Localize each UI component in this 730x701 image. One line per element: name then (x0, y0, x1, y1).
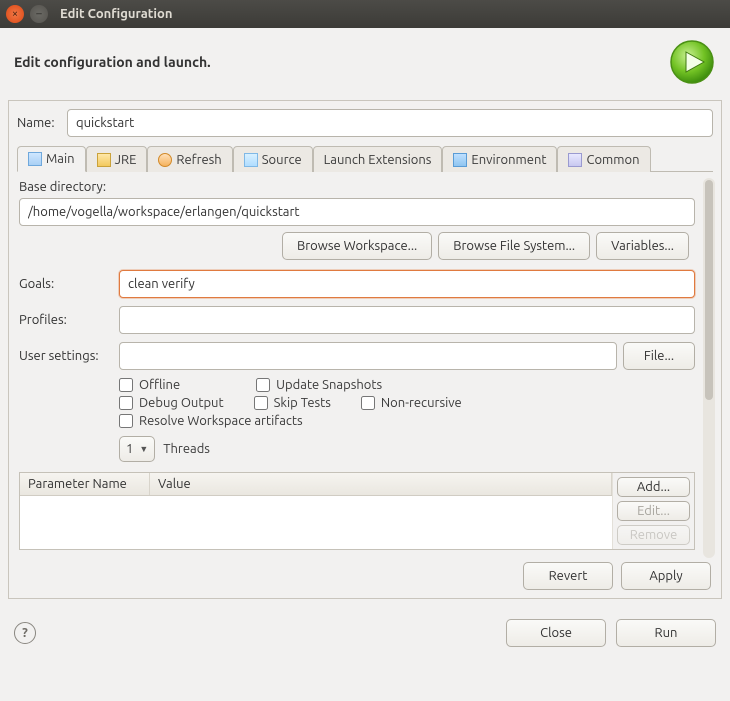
update-snapshots-checkbox[interactable]: Update Snapshots (256, 378, 382, 392)
refresh-icon (158, 153, 172, 167)
tab-source-label: Source (262, 153, 302, 167)
table-body[interactable] (20, 496, 612, 544)
tab-common-label: Common (586, 153, 639, 167)
offline-checkbox-input[interactable] (119, 378, 133, 392)
add-button[interactable]: Add... (617, 477, 690, 497)
threads-value: 1 (126, 442, 133, 456)
base-dir-buttons: Browse Workspace... Browse File System..… (19, 232, 689, 260)
tab-main-label: Main (46, 152, 75, 166)
revert-button[interactable]: Revert (523, 562, 613, 590)
tab-environment[interactable]: Environment (442, 146, 557, 172)
col-parameter-name[interactable]: Parameter Name (20, 473, 150, 495)
offline-checkbox[interactable]: Offline (119, 378, 180, 392)
dialog-header: Edit configuration and launch. (0, 28, 730, 100)
window-title: Edit Configuration (60, 7, 172, 21)
tab-launch-extensions[interactable]: Launch Extensions (313, 146, 443, 172)
table-side-buttons: Add... Edit... Remove (612, 473, 694, 549)
dialog-footer: ? Close Run (0, 607, 730, 661)
skip-tests-checkbox-input[interactable] (254, 396, 268, 410)
base-dir-label: Base directory: (19, 180, 695, 194)
panel-footer: Revert Apply (17, 562, 713, 590)
offline-checkbox-label: Offline (139, 378, 180, 392)
non-recursive-checkbox-label: Non-recursive (381, 396, 462, 410)
apply-button[interactable]: Apply (621, 562, 711, 590)
tab-jre[interactable]: JRE (86, 146, 148, 172)
common-icon (568, 153, 582, 167)
col-value[interactable]: Value (150, 473, 612, 495)
edit-button[interactable]: Edit... (617, 501, 690, 521)
variables-button[interactable]: Variables... (596, 232, 689, 260)
tab-bar: Main JRE Refresh Source Launch Extension… (17, 145, 713, 172)
environment-icon (453, 153, 467, 167)
help-icon: ? (22, 626, 28, 640)
chevron-down-icon: ▼ (139, 444, 148, 454)
goals-label: Goals: (19, 277, 119, 291)
resolve-workspace-checkbox-label: Resolve Workspace artifacts (139, 414, 303, 428)
goals-input[interactable] (119, 270, 695, 298)
tab-scrollbar[interactable] (703, 178, 715, 558)
config-panel: Name: Main JRE Refresh Source Launch Ext… (8, 100, 722, 599)
tab-env-label: Environment (471, 153, 546, 167)
table-header: Parameter Name Value (20, 473, 612, 496)
debug-output-checkbox[interactable]: Debug Output (119, 396, 224, 410)
jre-icon (97, 153, 111, 167)
threads-label: Threads (163, 442, 210, 456)
window-minimize-button[interactable]: – (30, 5, 48, 23)
user-settings-label: User settings: (19, 349, 119, 363)
run-icon (668, 38, 716, 86)
non-recursive-checkbox[interactable]: Non-recursive (361, 396, 462, 410)
tab-common[interactable]: Common (557, 146, 650, 172)
non-recursive-checkbox-input[interactable] (361, 396, 375, 410)
tab-main[interactable]: Main (17, 146, 86, 172)
skip-tests-checkbox-label: Skip Tests (274, 396, 331, 410)
close-button[interactable]: Close (506, 619, 606, 647)
tab-launchext-label: Launch Extensions (324, 153, 432, 167)
source-icon (244, 153, 258, 167)
name-input[interactable] (67, 109, 713, 137)
name-label: Name: (17, 116, 67, 130)
tab-refresh[interactable]: Refresh (147, 146, 232, 172)
base-dir-input[interactable] (19, 198, 695, 226)
tab-jre-label: JRE (115, 153, 137, 167)
debug-output-checkbox-input[interactable] (119, 396, 133, 410)
update-snapshots-checkbox-input[interactable] (256, 378, 270, 392)
run-button[interactable]: Run (616, 619, 716, 647)
resolve-workspace-checkbox-input[interactable] (119, 414, 133, 428)
browse-filesystem-button[interactable]: Browse File System... (438, 232, 590, 260)
update-snapshots-checkbox-label: Update Snapshots (276, 378, 382, 392)
scrollbar-thumb[interactable] (705, 180, 713, 400)
remove-button[interactable]: Remove (617, 525, 690, 545)
threads-spinner[interactable]: 1▼ (119, 436, 155, 462)
parameters-table: Parameter Name Value Add... Edit... Remo… (19, 472, 695, 550)
help-button[interactable]: ? (14, 622, 36, 644)
titlebar: × – Edit Configuration (0, 0, 730, 28)
file-button[interactable]: File... (623, 342, 695, 370)
user-settings-input[interactable] (119, 342, 617, 370)
tab-main-body: Base directory: Browse Workspace... Brow… (17, 172, 713, 550)
browse-workspace-button[interactable]: Browse Workspace... (282, 232, 432, 260)
window-close-button[interactable]: × (6, 5, 24, 23)
tab-refresh-label: Refresh (176, 153, 221, 167)
page-title: Edit configuration and launch. (14, 54, 211, 70)
page-icon (28, 152, 42, 166)
profiles-label: Profiles: (19, 313, 119, 327)
debug-output-checkbox-label: Debug Output (139, 396, 224, 410)
profiles-input[interactable] (119, 306, 695, 334)
tab-source[interactable]: Source (233, 146, 313, 172)
resolve-workspace-checkbox[interactable]: Resolve Workspace artifacts (119, 414, 303, 428)
skip-tests-checkbox[interactable]: Skip Tests (254, 396, 331, 410)
name-row: Name: (17, 109, 713, 137)
